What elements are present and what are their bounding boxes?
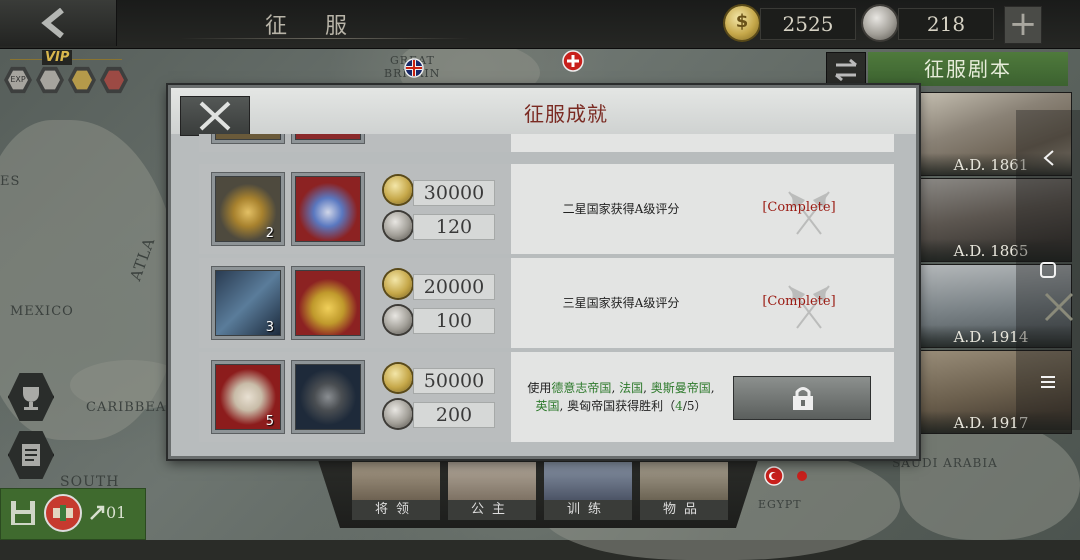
nation-name: 英国 xyxy=(535,399,560,413)
uk-flag-icon[interactable] xyxy=(404,58,424,78)
turkey-flag-icon[interactable] xyxy=(764,466,784,486)
achievement-description: 二星国家获得A级评分 xyxy=(562,202,680,216)
rocket-icon xyxy=(90,505,105,520)
progress-total: 5 xyxy=(686,399,695,413)
achievement-dialog: 征服成就 2 30000 120 二星国家获得A级评分 [Complete] 3… xyxy=(168,85,919,459)
desc-suffix: 获得胜利 xyxy=(615,399,664,413)
achievement-description: 三星国家获得A级评分 xyxy=(562,296,680,310)
save-icon[interactable] xyxy=(9,499,37,527)
vip-exp-label: EXP xyxy=(8,70,28,90)
nav-back-icon[interactable] xyxy=(1040,148,1058,168)
reward-item-slot[interactable]: 2 xyxy=(211,172,285,246)
medal-reward: 200 xyxy=(413,402,495,428)
gold-amount: 2525 xyxy=(760,8,856,40)
reward-item-slot[interactable] xyxy=(291,360,365,434)
nation-name: 奥匈帝国 xyxy=(567,399,616,413)
vip-label: VIP xyxy=(42,50,73,65)
achievement-row: 3 20000 100 三星国家获得A级评分 [Complete] xyxy=(199,258,894,348)
nav-training-label: 训练 xyxy=(544,500,632,520)
nation-name: 法国 xyxy=(619,381,644,395)
gold-reward: 50000 xyxy=(413,368,495,394)
achievement-description: 使用德意志帝国, 法国, 奥斯曼帝国, 英国, 奥匈帝国获得胜利（4/5） xyxy=(527,381,715,413)
nation-emblem-icon xyxy=(44,494,82,532)
close-button[interactable] xyxy=(180,96,250,136)
scenario-title[interactable]: 征服剧本 xyxy=(868,52,1068,86)
nav-menu-icon[interactable] xyxy=(1038,372,1058,392)
training-image xyxy=(544,462,632,500)
vip-shield-badge-icon[interactable] xyxy=(36,66,64,94)
achievement-list[interactable]: 2 30000 120 二星国家获得A级评分 [Complete] 3 2000… xyxy=(199,134,894,444)
pistol-icon xyxy=(295,364,361,430)
nation-name: 德意志帝国 xyxy=(551,381,612,395)
reward-item-slot[interactable]: 3 xyxy=(211,266,285,340)
nav-princess-label: 公主 xyxy=(448,500,536,520)
top-bar: 征服 $ 2525 218 + xyxy=(0,0,1080,49)
gold-coin-icon: $ xyxy=(725,6,759,40)
nav-princess-button[interactable]: 公主 xyxy=(448,462,536,520)
locked-claim-button[interactable] xyxy=(733,376,871,420)
nav-generals-label: 将领 xyxy=(352,500,440,520)
star-order-medal-icon xyxy=(295,176,361,242)
swap-arrows-icon xyxy=(835,58,857,82)
gold-coin-icon xyxy=(384,364,412,392)
generals-image xyxy=(352,462,440,500)
status-badge: [Complete] xyxy=(762,294,836,309)
map-label: MEXICO xyxy=(10,304,74,319)
map-label: ES xyxy=(0,174,21,189)
vip-medal-badge-icon[interactable] xyxy=(100,66,128,94)
lock-icon xyxy=(793,387,813,410)
crossed-swords-icon xyxy=(1044,292,1074,322)
vip-panel[interactable]: VIP EXP xyxy=(2,50,130,98)
status-badge: [Complete] xyxy=(762,200,836,215)
nav-home-icon[interactable] xyxy=(1038,260,1058,280)
gold-coin-icon xyxy=(384,176,412,204)
back-arrow-icon xyxy=(41,8,64,38)
progress-current: 4 xyxy=(675,399,683,413)
reward-item-slot[interactable]: 5 xyxy=(211,360,285,434)
reward-item-slot[interactable] xyxy=(291,172,365,246)
reward-item-slot[interactable] xyxy=(291,266,365,340)
medal-coin-icon xyxy=(384,306,412,334)
dialog-title: 征服成就 xyxy=(524,102,608,126)
close-icon xyxy=(199,101,231,131)
back-button[interactable] xyxy=(0,0,117,46)
save-panel[interactable]: 01 xyxy=(0,488,146,540)
medal-reward: 120 xyxy=(413,214,495,240)
map-label: CARIBBEAN xyxy=(86,400,179,415)
item-count: 5 xyxy=(265,414,274,429)
medal-coin-icon xyxy=(384,400,412,428)
swap-button[interactable] xyxy=(826,52,866,88)
title-divider xyxy=(180,38,470,39)
achievement-row: 5 50000 200 使用德意志帝国, 法国, 奥斯曼帝国, 英国, 奥匈帝国… xyxy=(199,352,894,442)
list-item xyxy=(199,134,894,152)
gold-coin-icon xyxy=(384,270,412,298)
vip-exp-badge-icon[interactable]: EXP xyxy=(4,66,32,94)
map-label: EGYPT xyxy=(758,498,802,511)
medal-coin-icon xyxy=(384,212,412,240)
item-count: 2 xyxy=(265,226,274,241)
add-currency-button[interactable]: + xyxy=(1004,6,1042,44)
medal-coin-icon xyxy=(863,6,897,40)
nav-items-label: 物品 xyxy=(640,500,728,520)
desc-prefix: 使用 xyxy=(527,381,552,395)
dialog-header: 征服成就 xyxy=(171,88,916,134)
gold-reward: 20000 xyxy=(413,274,495,300)
princess-image xyxy=(448,462,536,500)
vip-coin-badge-icon[interactable] xyxy=(68,66,96,94)
page-title: 征服 xyxy=(264,14,385,39)
gold-medal-icon xyxy=(295,270,361,336)
save-slot-number: 01 xyxy=(106,503,127,522)
item-count: 3 xyxy=(265,320,274,335)
gold-reward: 30000 xyxy=(413,180,495,206)
nation-name: 奥斯曼帝国 xyxy=(650,381,711,395)
nav-training-button[interactable]: 训练 xyxy=(544,462,632,520)
medal-reward: 100 xyxy=(413,308,495,334)
items-image xyxy=(640,462,728,500)
medal-amount: 218 xyxy=(898,8,994,40)
nav-items-button[interactable]: 物品 xyxy=(640,462,728,520)
star-marker-icon xyxy=(797,471,807,481)
nav-generals-button[interactable]: 将领 xyxy=(352,462,440,520)
achievement-row: 2 30000 120 二星国家获得A级评分 [Complete] xyxy=(199,164,894,254)
nation-flag-icon[interactable] xyxy=(562,50,584,72)
